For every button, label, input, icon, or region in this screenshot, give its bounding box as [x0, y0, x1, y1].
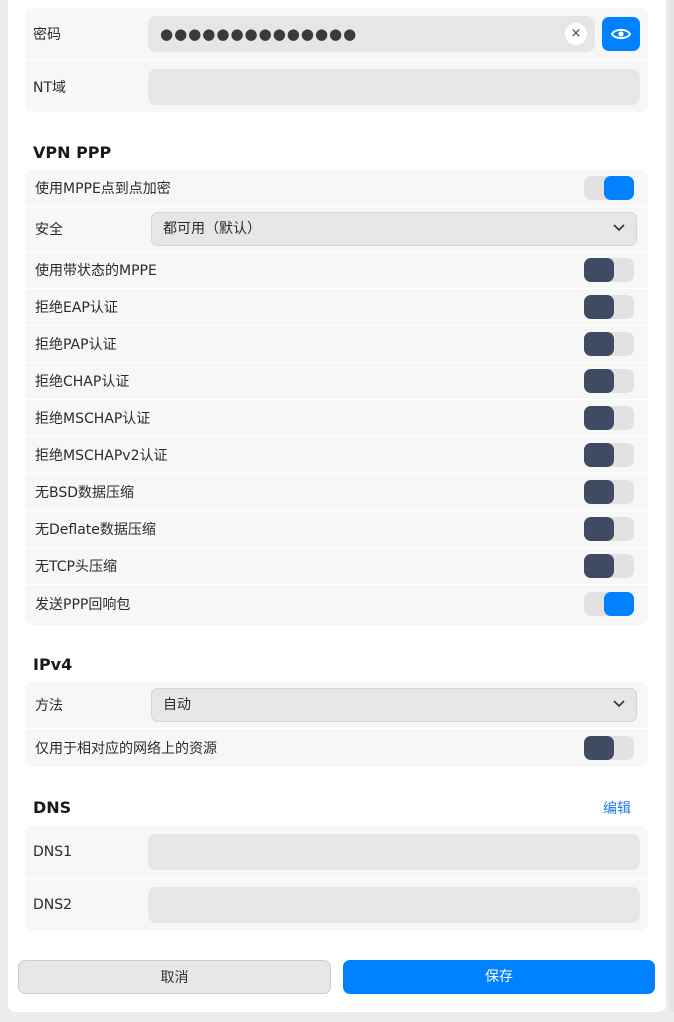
toggle-row: 拒绝PAP认证 — [25, 326, 648, 363]
dns2-input[interactable] — [148, 887, 640, 923]
refuse-eap-toggle[interactable] — [584, 295, 634, 319]
toggle-row: 拒绝MSCHAPv2认证 — [25, 437, 648, 474]
toggle-label: 发送PPP回响包 — [35, 596, 131, 613]
dns2-row: DNS2 — [25, 879, 648, 931]
toggle-label: 拒绝PAP认证 — [35, 337, 117, 353]
toggle-label: 拒绝MSCHAPv2认证 — [35, 448, 168, 464]
toggle-row: 使用带状态的MPPE — [25, 252, 648, 289]
nt-domain-input[interactable] — [148, 68, 640, 105]
dns-edit-link[interactable]: 编辑 — [603, 798, 631, 818]
method-row: 方法 自动 — [25, 682, 648, 729]
toggle-label: 拒绝EAP认证 — [35, 300, 118, 316]
toggle-knob — [584, 332, 614, 356]
security-value: 都可用（默认） — [163, 221, 261, 237]
chevron-down-icon — [613, 700, 625, 708]
toggle-knob — [584, 369, 614, 393]
security-row: 安全 都可用（默认） — [25, 207, 648, 252]
mppe-label: 使用MPPE点到点加密 — [35, 181, 171, 197]
toggle-label: 拒绝MSCHAP认证 — [35, 411, 151, 427]
method-value: 自动 — [163, 697, 191, 713]
refuse-mschap-toggle[interactable] — [584, 406, 634, 430]
no-tcp-header-compression-toggle[interactable] — [584, 554, 634, 578]
nt-domain-label: NT域 — [33, 79, 67, 96]
password-input[interactable]: ●●●●●●●●●●●●●● × — [148, 16, 595, 52]
no-deflate-compression-toggle[interactable] — [584, 517, 634, 541]
password-row: 密码 ●●●●●●●●●●●●●● × — [25, 8, 648, 61]
dns-title: DNS — [33, 798, 72, 817]
toggle-row: 发送PPP回响包 — [25, 585, 648, 622]
toggle-knob — [584, 736, 614, 760]
nt-domain-row: NT域 — [25, 61, 648, 112]
eye-icon — [611, 28, 631, 40]
dns1-label: DNS1 — [33, 844, 73, 860]
toggle-knob — [584, 406, 614, 430]
cancel-button[interactable]: 取消 — [18, 960, 331, 994]
no-bsd-compression-toggle[interactable] — [584, 480, 634, 504]
stateful-mppe-toggle[interactable] — [584, 258, 634, 282]
dns-group: DNS1 DNS2 — [25, 826, 648, 931]
toggle-knob — [584, 295, 614, 319]
toggle-knob — [584, 480, 614, 504]
toggle-label: 无BSD数据压缩 — [35, 485, 135, 501]
toggle-row: 无TCP头压缩 — [25, 548, 648, 585]
password-masked-value: ●●●●●●●●●●●●●● — [160, 25, 358, 43]
toggle-knob — [584, 258, 614, 282]
only-local-toggle[interactable] — [584, 736, 634, 760]
mppe-row: 使用MPPE点到点加密 — [25, 170, 648, 207]
method-select[interactable]: 自动 — [151, 688, 637, 722]
vpn-ppp-group: 使用MPPE点到点加密 安全 都可用（默认） 使用带状态的MPPE 拒绝EAP认… — [25, 170, 648, 625]
clear-icon[interactable]: × — [565, 23, 587, 45]
show-password-button[interactable] — [602, 17, 640, 51]
chevron-down-icon — [613, 224, 625, 232]
vpn-ppp-title: VPN PPP — [33, 143, 112, 162]
method-label: 方法 — [35, 698, 63, 714]
toggle-label: 无TCP头压缩 — [35, 559, 117, 575]
security-select[interactable]: 都可用（默认） — [151, 212, 637, 246]
dns1-input[interactable] — [148, 834, 640, 870]
toggle-knob — [604, 176, 634, 200]
save-button[interactable]: 保存 — [343, 960, 655, 994]
toggle-knob — [584, 517, 614, 541]
refuse-mschapv2-toggle[interactable] — [584, 443, 634, 467]
security-label: 安全 — [35, 222, 63, 238]
only-local-row: 仅用于相对应的网络上的资源 — [25, 729, 648, 767]
only-local-label: 仅用于相对应的网络上的资源 — [35, 741, 217, 757]
toggle-row: 拒绝MSCHAP认证 — [25, 400, 648, 437]
toggle-row: 拒绝CHAP认证 — [25, 363, 648, 400]
mppe-toggle[interactable] — [584, 176, 634, 200]
toggle-label: 无Deflate数据压缩 — [35, 522, 156, 538]
scrollbar[interactable] — [670, 0, 674, 1012]
ipv4-title: IPv4 — [33, 655, 73, 674]
password-label: 密码 — [33, 27, 61, 43]
ipv4-group: 方法 自动 仅用于相对应的网络上的资源 — [25, 682, 648, 767]
toggle-knob — [604, 591, 634, 616]
toggle-row: 无Deflate数据压缩 — [25, 511, 648, 548]
refuse-chap-toggle[interactable] — [584, 369, 634, 393]
toggle-label: 使用带状态的MPPE — [35, 263, 157, 279]
dns1-row: DNS1 — [25, 826, 648, 879]
toggle-label: 拒绝CHAP认证 — [35, 374, 130, 390]
toggle-row: 无BSD数据压缩 — [25, 474, 648, 511]
dns2-label: DNS2 — [33, 897, 73, 913]
toggle-knob — [584, 554, 614, 578]
auth-group: 密码 ●●●●●●●●●●●●●● × NT域 — [25, 8, 648, 112]
toggle-knob — [584, 443, 614, 467]
toggle-row: 拒绝EAP认证 — [25, 289, 648, 326]
send-ppp-echo-toggle[interactable] — [584, 591, 634, 616]
refuse-pap-toggle[interactable] — [584, 332, 634, 356]
